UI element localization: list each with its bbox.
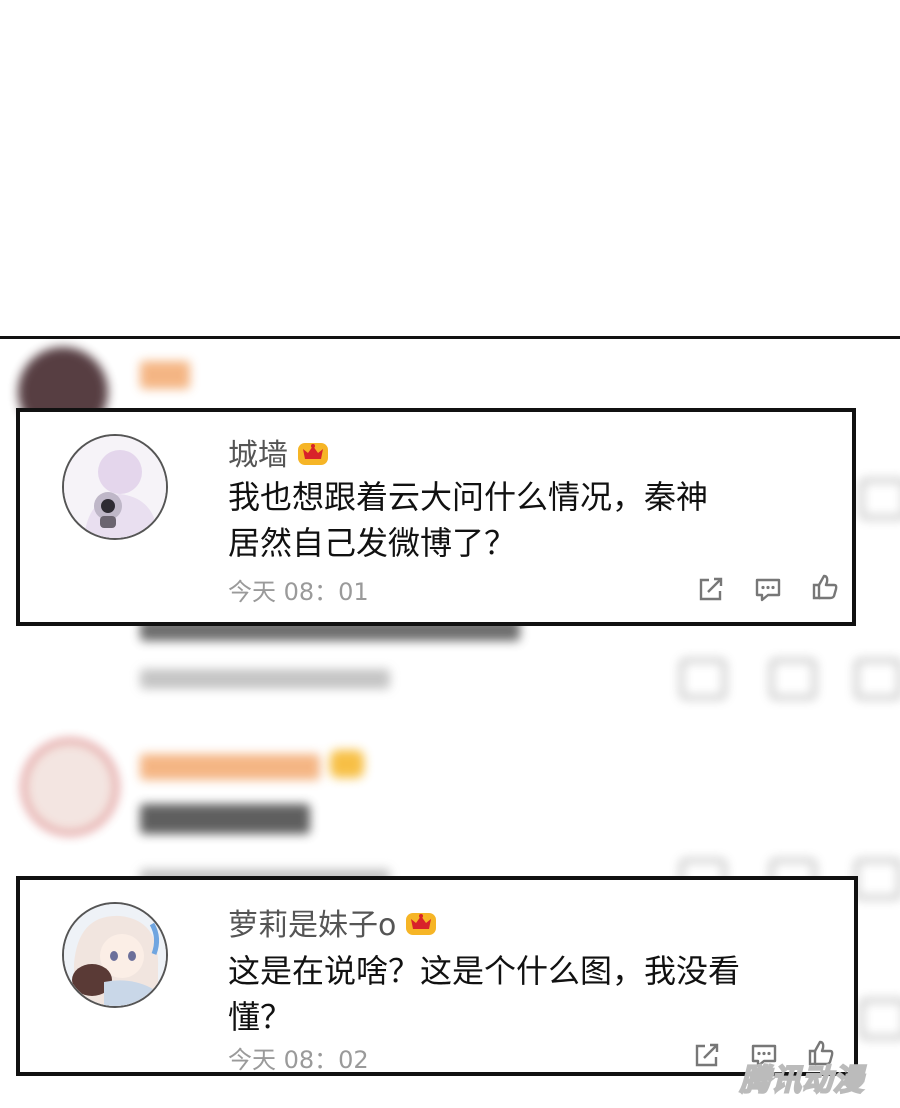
comment-icon[interactable]: [753, 574, 783, 604]
comment-timestamp: 今天 08：01: [228, 578, 369, 606]
share-icon[interactable]: [696, 574, 726, 604]
username[interactable]: 萝莉是妹子o: [228, 900, 438, 944]
comment-line: 我也想跟着云大问什么情况，秦神: [228, 478, 709, 516]
crown-badge-icon: [406, 913, 437, 935]
comment-timestamp: 今天 08：02: [228, 1046, 369, 1074]
comment-line: 懂？: [228, 998, 293, 1036]
blurred-username: [140, 754, 320, 780]
blurred-comment-icon: [770, 659, 816, 699]
blurred-meta: [140, 669, 390, 689]
username-text: 萝莉是妹子o: [228, 908, 397, 943]
blurred-text: [140, 804, 310, 834]
comment-card: 萝莉是妹子o 这是在说啥？这是个什么图，我没看 懂？ 今天 08：02: [16, 876, 858, 1076]
comment-text: 我也想跟着云大问什么情况，秦神 居然自己发微博了？: [228, 474, 708, 566]
blurred-comment-row: [0, 619, 900, 709]
username[interactable]: 城墙: [228, 430, 330, 474]
thumbs-up-icon[interactable]: [810, 572, 840, 602]
blurred-like-icon: [860, 999, 900, 1039]
blurred-avatar: [22, 739, 118, 835]
username-text: 城墙: [228, 438, 288, 473]
user-avatar[interactable]: [62, 434, 168, 540]
blurred-comment-row: [0, 734, 900, 899]
blurred-comment-row: [0, 339, 900, 437]
avatar-illustration: [64, 904, 166, 1006]
watermark-logo: 腾讯动漫: [739, 1062, 864, 1099]
blurred-share-icon: [680, 659, 726, 699]
blurred-username: [140, 361, 190, 389]
share-icon[interactable]: [692, 1040, 722, 1070]
comment-text: 这是在说啥？这是个什么图，我没看 懂？: [228, 948, 740, 1040]
blurred-crown-icon: [330, 750, 364, 778]
comment-line: 居然自己发微博了？: [228, 524, 517, 562]
blurred-like-icon: [860, 479, 900, 519]
crown-badge-icon: [298, 443, 328, 465]
blurred-like-icon: [855, 659, 900, 699]
avatar-illustration: [64, 436, 166, 538]
comment-card: 城墙 我也想跟着云大问什么情况，秦神 居然自己发微博了？ 今天 08：01: [16, 408, 856, 626]
blank-panel: [0, 0, 900, 336]
comment-line: 这是在说啥？这是个什么图，我没看: [228, 952, 741, 990]
user-avatar[interactable]: [62, 902, 168, 1008]
blurred-like-icon: [855, 859, 900, 899]
